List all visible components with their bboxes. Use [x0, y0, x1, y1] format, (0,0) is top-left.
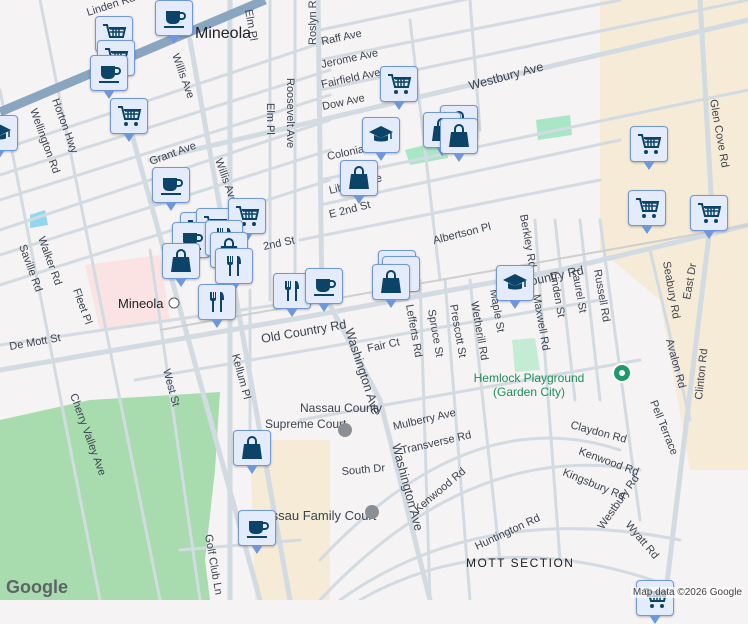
- shopping-bag-marker[interactable]: [340, 160, 378, 204]
- restaurant-icon: [210, 292, 224, 312]
- school-icon: [0, 124, 11, 140]
- school-icon: [503, 274, 527, 290]
- map-attribution[interactable]: Map data ©2026 Google: [630, 587, 744, 598]
- road-label: Fleet Pl: [70, 287, 94, 326]
- coffee-cup-marker[interactable]: [305, 268, 343, 312]
- golf-course-area: [0, 392, 220, 600]
- school-marker[interactable]: [496, 265, 534, 309]
- google-logo: Google: [6, 577, 68, 597]
- park-pin-dot: [619, 370, 625, 376]
- shopping-cart-marker[interactable]: [636, 580, 674, 624]
- train-station-icon[interactable]: [168, 297, 180, 309]
- school-marker[interactable]: [0, 115, 18, 159]
- coffee-cup-icon: [99, 66, 121, 83]
- commercial-area: [600, 0, 748, 470]
- shopping-cart-marker[interactable]: [380, 66, 418, 110]
- shopping-cart-marker[interactable]: [110, 98, 148, 142]
- shopping-cart-icon: [636, 198, 660, 218]
- shopping-bag-icon: [171, 249, 191, 272]
- courthouse-icon[interactable]: [338, 423, 352, 437]
- shopping-cart-marker[interactable]: [628, 190, 666, 234]
- road-label: Kenwood Rd: [412, 466, 468, 516]
- road-label: Roosevelt Ave: [284, 78, 296, 148]
- road-label: Roslyn Rd: [307, 0, 319, 45]
- station-label: Mineola: [118, 296, 164, 311]
- restaurant-icon: [227, 256, 241, 276]
- road-label: Westbury Ave: [467, 60, 545, 93]
- restaurant-marker[interactable]: [198, 284, 236, 328]
- shopping-bag-marker[interactable]: [233, 430, 271, 474]
- road-label: 2nd St: [262, 235, 296, 253]
- road-label: Elm Pl: [264, 103, 276, 135]
- shopping-bag-icon: [449, 124, 469, 147]
- coffee-cup-icon: [161, 178, 183, 195]
- shopping-cart-icon: [698, 203, 722, 223]
- court-label[interactable]: Nassau County: [300, 401, 382, 415]
- shopping-bag-marker[interactable]: [162, 243, 200, 287]
- school-icon: [369, 126, 393, 142]
- road-label: Jerome Ave: [320, 47, 379, 71]
- park-area: [512, 338, 540, 372]
- shopping-cart-icon: [638, 134, 662, 154]
- shopping-bag-icon: [349, 166, 369, 189]
- court-label[interactable]: Supreme Court: [265, 417, 347, 431]
- shopping-cart-icon: [118, 106, 142, 126]
- shopping-bag-icon: [242, 436, 262, 459]
- road-label: De Mott St: [8, 332, 61, 353]
- city-label: Mineola: [195, 25, 251, 42]
- neighborhood-label: MOTT SECTION: [466, 556, 574, 570]
- shopping-cart-marker[interactable]: [630, 126, 668, 170]
- courthouse-icon[interactable]: [365, 505, 379, 519]
- restaurant-icon: [285, 281, 299, 301]
- road-label: Albertson Pl: [432, 221, 492, 247]
- coffee-cup-marker[interactable]: [155, 0, 193, 44]
- road-label: Claydon Rd: [569, 419, 628, 445]
- coffee-cup-marker[interactable]: [152, 167, 190, 211]
- coffee-cup-marker[interactable]: [238, 510, 276, 554]
- road-label: South Dr: [341, 462, 386, 478]
- shopping-bag-icon: [381, 270, 401, 293]
- road-label: Wetherill Rd: [468, 300, 490, 361]
- road-label: Transverse Rd: [400, 429, 473, 457]
- shopping-cart-marker[interactable]: [690, 195, 728, 239]
- shopping-bag-marker[interactable]: [440, 118, 478, 162]
- shopping-bag-marker[interactable]: [372, 264, 410, 308]
- coffee-cup-marker[interactable]: [90, 55, 128, 99]
- coffee-cup-icon: [247, 521, 269, 538]
- school-marker[interactable]: [362, 117, 400, 161]
- road-label: Spruce St: [425, 308, 445, 358]
- restaurant-marker[interactable]: [215, 248, 253, 292]
- coffee-cup-icon: [164, 11, 186, 28]
- coffee-cup-icon: [314, 279, 336, 296]
- road-label: Wyatt Rd: [623, 519, 661, 561]
- road-label: Raff Ave: [320, 28, 363, 48]
- road-label: Huntington Rd: [473, 512, 542, 553]
- road-label: Pell Terrace: [647, 399, 680, 457]
- shopping-cart-icon: [388, 74, 412, 94]
